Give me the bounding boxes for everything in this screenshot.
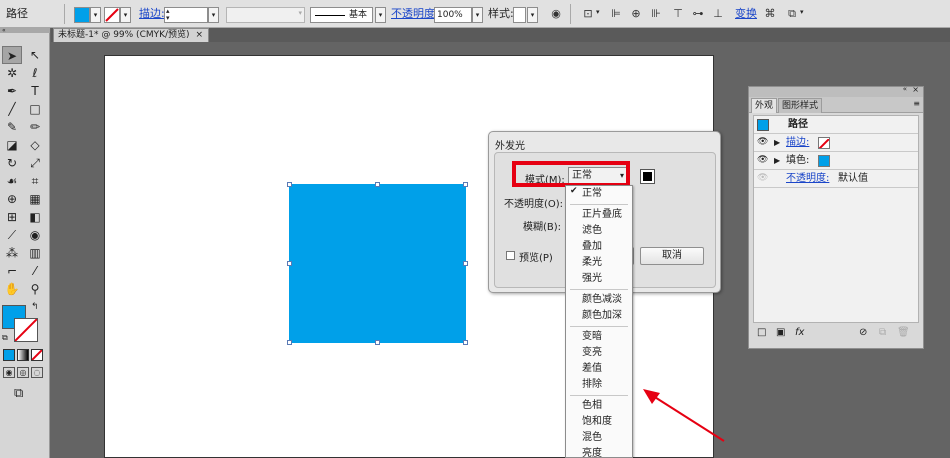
annotation-arrow [643,389,725,442]
annotation-arrow-shaft [649,393,725,442]
annotation-arrow-head [643,389,660,404]
